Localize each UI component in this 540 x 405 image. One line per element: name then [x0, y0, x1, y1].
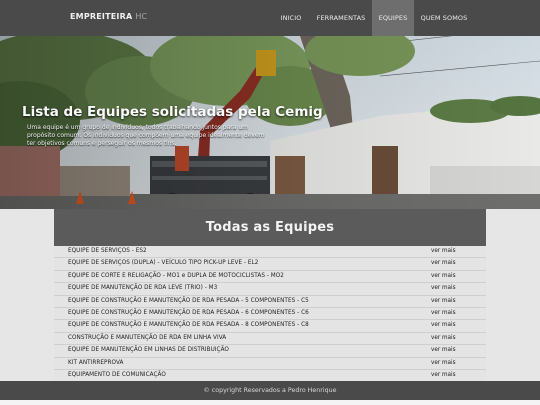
brand-logo[interactable]: EMPREITEIRA HC	[70, 12, 147, 21]
hero-title: Lista de Equipes solicitadas pela Cemig	[22, 104, 323, 120]
brand-suffix: HC	[135, 12, 148, 21]
nav-item-ferramentas[interactable]: FERRAMENTAS	[310, 0, 372, 36]
team-name: EQUIPAMENTO DE COMUNICAÇÃO	[68, 371, 166, 378]
team-row: EQUIPE DE CORTE E RELIGAÇÃO - MO1 e DUPL…	[54, 271, 486, 284]
team-name: EQUIPE DE CONSTRUÇÃO E MANUTENÇÃO DE RDA…	[68, 297, 309, 304]
footer-copyright: © copyright Reservados a Pedro Henrique	[203, 387, 337, 394]
ver-mais-link[interactable]: ver mais	[431, 347, 456, 353]
ver-mais-link[interactable]: ver mais	[431, 298, 456, 304]
team-row: EQUIPE DE SERVIÇOS (DUPLA) - VEÍCULO TIP…	[54, 258, 486, 271]
hero-banner: Lista de Equipes solicitadas pela Cemig …	[0, 36, 540, 209]
team-row: EQUIPE DE MANUTENÇÃO EM LINHAS DE DISTRI…	[54, 345, 486, 358]
ver-mais-link[interactable]: ver mais	[431, 360, 456, 366]
footer: © copyright Reservados a Pedro Henrique	[0, 381, 540, 400]
team-name: EQUIPE DE MANUTENÇÃO DE RDA LEVE (TRIO) …	[68, 285, 218, 292]
team-row: EQUIPE DE MANUTENÇÃO DE RDA LEVE (TRIO) …	[54, 283, 486, 296]
ver-mais-link[interactable]: ver mais	[431, 260, 456, 266]
teams-list: EQUIPE DE SERVIÇOS - ES2 ver mais EQUIPE D…	[54, 246, 486, 383]
team-name: EQUIPE DE SERVIÇOS - ES2	[68, 248, 147, 254]
ver-mais-link[interactable]: ver mais	[431, 372, 456, 378]
ver-mais-link[interactable]: ver mais	[431, 248, 456, 254]
teams-panel: Todas as Equipes EQUIPE DE SERVIÇOS - ES…	[54, 209, 486, 383]
team-name: EQUIPE DE CORTE E RELIGAÇÃO - MO1 e DUPL…	[68, 272, 284, 279]
ver-mais-link[interactable]: ver mais	[431, 285, 456, 291]
team-row: CONSTRUÇÃO E MANUTENÇÃO DE RDA EM LINHA …	[54, 333, 486, 346]
team-name: CONSTRUÇÃO E MANUTENÇÃO DE RDA EM LINHA …	[68, 334, 227, 341]
hero-description: Uma equipe é um grupo de indivíduos, tod…	[27, 124, 265, 148]
team-row: KIT ANTIRREPROVA ver mais	[54, 358, 486, 370]
ver-mais-link[interactable]: ver mais	[431, 310, 456, 316]
team-name: EQUIPE DE CONSTRUÇÃO E MANUTENÇÃO DE RDA…	[68, 309, 309, 316]
team-name: KIT ANTIRREPROVA	[68, 359, 124, 366]
ver-mais-link[interactable]: ver mais	[431, 273, 456, 279]
team-name: EQUIPE DE CONSTRUÇÃO E MANUTENÇÃO DE RDA…	[68, 322, 309, 329]
hero-background-photo	[0, 36, 540, 209]
nav-item-inicio[interactable]: INICIO	[272, 0, 310, 36]
ver-mais-link[interactable]: ver mais	[431, 335, 456, 341]
team-name: EQUIPE DE SERVIÇOS (DUPLA) - VEÍCULO TIP…	[68, 260, 259, 267]
teams-panel-title: Todas as Equipes	[54, 209, 486, 246]
top-navbar: EMPREITEIRA HC INICIO FERRAMENTAS EQUIPES…	[0, 0, 540, 36]
team-row: EQUIPE DE SERVIÇOS - ES2 ver mais	[54, 246, 486, 259]
team-name: EQUIPE DE MANUTENÇÃO EM LINHAS DE DISTRI…	[68, 347, 229, 354]
team-row: EQUIPE DE CONSTRUÇÃO E MANUTENÇÃO DE RDA…	[54, 296, 486, 308]
nav-item-equipes[interactable]: EQUIPES	[372, 0, 414, 36]
nav-item-quem-somos[interactable]: QUEM SOMOS	[414, 0, 474, 36]
team-row: EQUIPE DE CONSTRUÇÃO E MANUTENÇÃO DE RDA…	[54, 308, 486, 321]
brand-name: EMPREITEIRA	[70, 12, 133, 21]
team-row: EQUIPE DE CONSTRUÇÃO E MANUTENÇÃO DE RDA…	[54, 320, 486, 333]
main-nav: INICIO FERRAMENTAS EQUIPES QUEM SOMOS	[272, 0, 474, 36]
ver-mais-link[interactable]: ver mais	[431, 322, 456, 328]
bottom-strip	[0, 400, 540, 405]
